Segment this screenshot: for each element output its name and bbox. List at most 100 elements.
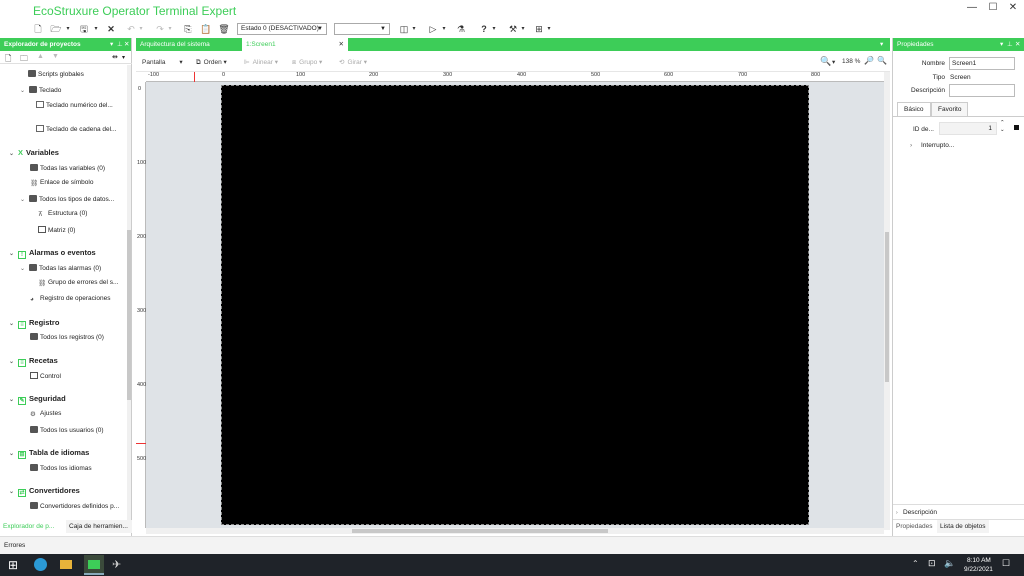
tree-item-teclado-cadena[interactable]: Teclado de cadena del... — [36, 125, 116, 133]
scrollbar-thumb[interactable] — [352, 529, 608, 533]
scrollbar-thumb[interactable] — [127, 230, 131, 400]
tab-project-explorer[interactable]: Explorador de p... — [0, 520, 64, 533]
chevron-down-icon[interactable]: ⌄ — [9, 396, 18, 403]
close-tab-icon[interactable]: ✕ — [339, 38, 344, 51]
canvas-horizontal-scrollbar[interactable] — [146, 528, 884, 534]
tab-screen1[interactable]: 1:Screen1 ✕ — [242, 38, 348, 51]
chevron-down-icon[interactable]: ⌄ — [20, 87, 29, 94]
tree-item-estructura[interactable]: ⊼ Estructura (0) — [38, 210, 87, 218]
file-explorer-icon[interactable] — [60, 560, 72, 569]
layout-dropdown-icon[interactable]: ▾ — [410, 23, 418, 35]
orden-menu[interactable]: ⧉ Orden ▾ — [196, 58, 227, 67]
pin-icon[interactable]: ⊥ — [1007, 38, 1013, 51]
tree-item-enlace-simbolo[interactable]: ⛓ Enlace de símbolo — [30, 179, 93, 187]
tree-section-seguridad[interactable]: ⌄ ✎ Seguridad — [9, 394, 66, 405]
open-dropdown-icon[interactable]: ▾ — [64, 23, 72, 35]
errors-tab[interactable]: Errores — [4, 542, 25, 549]
chevron-down-icon[interactable]: ⌄ — [9, 250, 18, 257]
girar-menu[interactable]: ⟲ Girar ▾ — [339, 58, 367, 66]
move-up-icon[interactable]: ▲ — [37, 53, 44, 60]
pantalla-menu[interactable]: Pantalla ▾ — [142, 58, 183, 66]
collapse-all-icon[interactable]: ⇹ — [112, 53, 118, 61]
paste-icon[interactable]: 📋 — [200, 23, 212, 35]
tree-item-todos-registros[interactable]: Todos los registros (0) — [30, 333, 104, 341]
tree-item-registro-operaciones[interactable]: ◕ Registro de operaciones — [30, 295, 110, 303]
zoom-menu-icon[interactable]: 🔍 — [820, 56, 831, 67]
close-panel-icon[interactable]: ✕ — [1015, 38, 1020, 51]
canvas-vertical-scrollbar[interactable] — [884, 72, 890, 530]
tree-section-alarmas[interactable]: ⌄! Alarmas o eventos — [9, 248, 96, 259]
interruptor-item[interactable]: Interrupto... — [921, 142, 954, 149]
tree-item-todos-usuarios[interactable]: Todos los usuarios (0) — [30, 426, 104, 434]
tree-section-registro[interactable]: ⌄ ≡ Registro — [9, 318, 59, 329]
grupo-menu[interactable]: ⧈ Grupo ▾ — [292, 58, 322, 67]
animation-marker-icon[interactable] — [1014, 125, 1019, 130]
tree-item-matriz[interactable]: Matriz (0) — [38, 226, 75, 234]
tree-item-scripts-globales[interactable]: Scripts globales — [28, 70, 84, 78]
tab-lista-objetos[interactable]: Lista de objetos — [937, 520, 989, 533]
chevron-down-icon[interactable]: ⌄ — [20, 196, 29, 203]
tree-item-todas-alarmas[interactable]: ⌄ Todas las alarmas (0) — [20, 264, 101, 272]
run-dropdown-icon[interactable]: ▾ — [440, 23, 448, 35]
tab-favorito[interactable]: Favorito — [931, 102, 969, 116]
build-icon[interactable]: ⚗ — [455, 23, 467, 35]
layout-icon[interactable]: ◫ — [398, 23, 410, 35]
chevron-down-icon[interactable]: ⌄ — [9, 450, 18, 457]
tree-section-recetas[interactable]: ⌄ ≡ Recetas — [9, 356, 58, 367]
chevron-down-icon[interactable]: ⌄ — [9, 358, 18, 365]
tools-dropdown-icon[interactable]: ▾ — [519, 23, 527, 35]
spin-up-icon[interactable]: ⌃ — [1000, 120, 1005, 126]
new-file-icon[interactable]: 🗋 — [32, 23, 44, 35]
chevron-down-icon[interactable]: ⌄ — [9, 320, 18, 327]
tools-icon[interactable]: ⚒ — [507, 23, 519, 35]
alinear-menu[interactable]: ⊫ Alinear ▾ — [244, 58, 278, 66]
tree-section-tabla-idiomas[interactable]: ⌄ ⊞ Tabla de idiomas — [9, 448, 89, 459]
move-down-icon[interactable]: ▼ — [52, 53, 59, 60]
volume-icon[interactable]: 🔈 — [944, 558, 955, 569]
tree-item-tipos-datos[interactable]: ⌄ Todos los tipos de datos... — [20, 195, 114, 203]
redo-icon[interactable]: ↷ — [154, 23, 166, 35]
tree-item-ajustes[interactable]: ⚙ Ajustes — [30, 410, 61, 418]
zoom-out-icon[interactable]: 🔍 — [877, 56, 887, 65]
tree-item-teclado-numerico[interactable]: Teclado numérico del... — [36, 101, 113, 109]
tab-propiedades[interactable]: Propiedades — [893, 520, 936, 533]
tab-basico[interactable]: Básico — [897, 102, 931, 116]
zoom-dropdown-icon[interactable]: ▾ — [832, 58, 835, 66]
save-dropdown-icon[interactable]: ▾ — [92, 23, 100, 35]
tree-section-convertidores[interactable]: ⌄ ⇄ Convertidores — [9, 486, 80, 497]
windows-start-icon[interactable]: ⊞ — [8, 558, 18, 572]
tab-architecture[interactable]: Arquitectura del sistema — [136, 38, 214, 51]
id-field[interactable]: 1 — [939, 122, 997, 135]
chevron-up-icon[interactable]: ⌃ — [912, 559, 919, 568]
chevron-right-icon[interactable]: › — [896, 510, 898, 516]
eco-struxure-app-icon[interactable] — [84, 555, 104, 575]
tree-item-todas-variables[interactable]: Todas las variables (0) — [30, 164, 105, 172]
spin-down-icon[interactable]: ⌄ — [1000, 127, 1005, 133]
tree-item-todos-idiomas[interactable]: Todos los idiomas — [30, 464, 92, 472]
tree-section-variables[interactable]: ⌄ X Variables — [9, 148, 59, 157]
edge-browser-icon[interactable] — [34, 558, 47, 571]
maximize-button[interactable]: ☐ — [983, 2, 1003, 13]
network-icon[interactable]: ⊡ — [928, 558, 936, 569]
explorer-scrollbar[interactable] — [127, 65, 131, 520]
scrollbar-thumb[interactable] — [885, 232, 889, 382]
delete-icon[interactable]: 🗑 — [218, 23, 230, 35]
close-project-icon[interactable]: ✕ — [105, 23, 117, 35]
run-icon[interactable]: ▷ — [427, 23, 439, 35]
clock-date[interactable]: 9/22/2021 — [964, 566, 993, 573]
tab-toolbox[interactable]: Caja de herramien... — [66, 520, 132, 533]
undo-dropdown-icon[interactable]: ▾ — [137, 23, 145, 35]
open-folder-icon[interactable]: 🗁 — [50, 23, 62, 35]
secondary-select[interactable]: ▼ — [334, 23, 390, 35]
panel-menu-icon[interactable]: ▾ — [1000, 38, 1003, 51]
clock-time[interactable]: 8:10 AM — [967, 557, 991, 564]
undo-icon[interactable]: ↶ — [125, 23, 137, 35]
descripcion-field[interactable] — [949, 84, 1015, 97]
chevron-right-icon[interactable]: › — [910, 142, 912, 149]
collapse-dropdown-icon[interactable]: ▾ — [122, 54, 125, 61]
nombre-field[interactable]: Screen1 — [949, 57, 1015, 70]
app-icon[interactable]: ✈ — [112, 558, 121, 571]
zoom-in-icon[interactable]: 🔎 — [864, 56, 874, 65]
tree-item-convertidores-definidos[interactable]: Convertidores definidos p... — [30, 502, 119, 510]
tree-item-teclado[interactable]: ⌄ Teclado — [20, 86, 61, 94]
